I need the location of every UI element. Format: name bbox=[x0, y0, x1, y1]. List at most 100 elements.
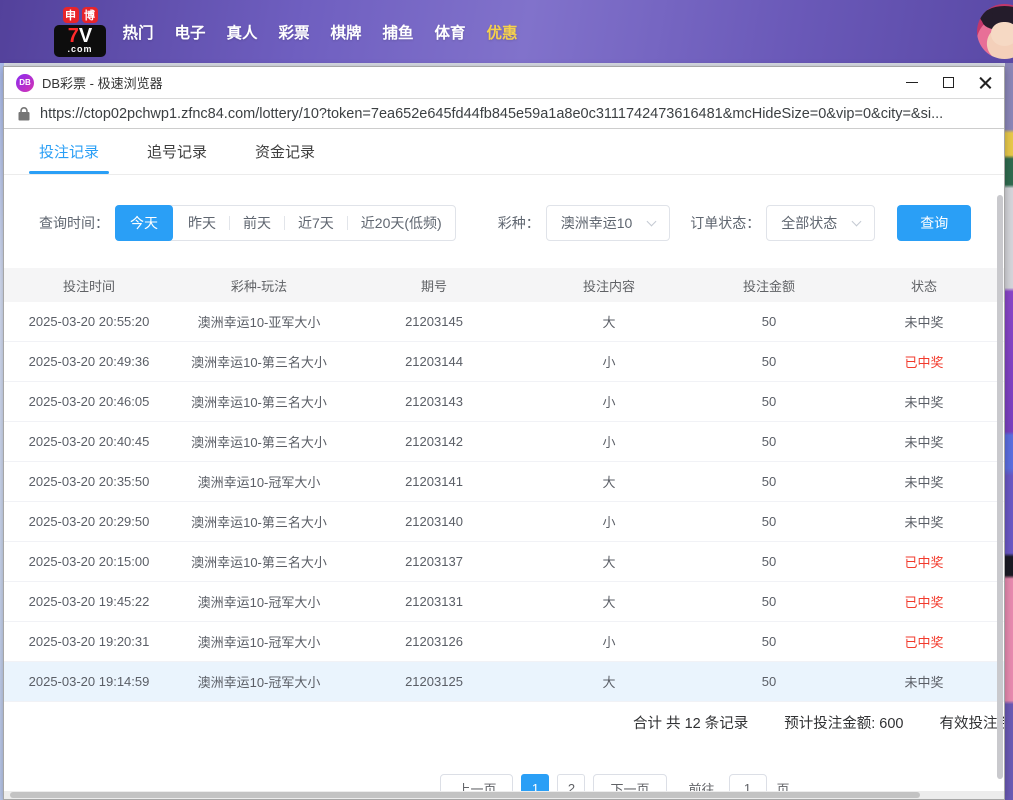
time-option-前天[interactable]: 前天 bbox=[230, 206, 284, 240]
cell-bet-content: 大 bbox=[524, 552, 694, 571]
browser-window: DB DB彩票 - 极速浏览器 https://ctop02pchwp1.zfn… bbox=[3, 66, 1005, 800]
lottery-select-value: 澳洲幸运10 bbox=[561, 213, 633, 233]
cell-bet-content: 大 bbox=[524, 312, 694, 331]
column-header-投注金额: 投注金额 bbox=[694, 276, 844, 295]
nav-item-彩票[interactable]: 彩票 bbox=[268, 21, 320, 43]
window-title: DB彩票 - 极速浏览器 bbox=[42, 73, 163, 92]
window-controls bbox=[893, 67, 1004, 98]
cell-issue-number: 21203143 bbox=[344, 394, 524, 409]
filter-bar: 查询时间： 今天昨天前天近7天近20天(低频) 彩种： 澳洲幸运10 订单状态：… bbox=[39, 205, 1004, 241]
cell-game-play: 澳洲幸运10-第三名大小 bbox=[174, 352, 344, 371]
vertical-scrollbar[interactable] bbox=[997, 194, 1003, 790]
cell-game-play: 澳洲幸运10-冠军大小 bbox=[174, 632, 344, 651]
cell-issue-number: 21203142 bbox=[344, 434, 524, 449]
column-header-投注内容: 投注内容 bbox=[524, 276, 694, 295]
cell-bet-amount: 50 bbox=[694, 394, 844, 409]
cell-bet-amount: 50 bbox=[694, 634, 844, 649]
cell-bet-time: 2025-03-20 20:55:20 bbox=[4, 314, 174, 329]
cell-bet-time: 2025-03-20 20:46:05 bbox=[4, 394, 174, 409]
table-row[interactable]: 2025-03-20 20:40:45澳洲幸运10-第三名大小21203142小… bbox=[4, 422, 1004, 462]
table-row[interactable]: 2025-03-20 20:55:20澳洲幸运10-亚军大小21203145大5… bbox=[4, 302, 1004, 342]
minimize-button[interactable] bbox=[893, 67, 930, 98]
close-icon bbox=[979, 76, 992, 89]
cell-issue-number: 21203125 bbox=[344, 674, 524, 689]
page-content: 投注记录 追号记录 资金记录 查询时间： 今天昨天前天近7天近20天(低频) 彩种：… bbox=[4, 129, 1004, 799]
cell-bet-content: 小 bbox=[524, 632, 694, 651]
table-row[interactable]: 2025-03-20 20:35:50澳洲幸运10-冠军大小21203141大5… bbox=[4, 462, 1004, 502]
logo-badge-right: 博 bbox=[82, 7, 98, 23]
nav-item-棋牌[interactable]: 棋牌 bbox=[320, 21, 372, 43]
lottery-select[interactable]: 澳洲幸运10 bbox=[546, 205, 671, 241]
logo-com-suffix: .com bbox=[54, 45, 106, 54]
logo-badges: 申 博 bbox=[63, 7, 98, 23]
nav-item-电子[interactable]: 电子 bbox=[164, 21, 216, 43]
time-option-近7天[interactable]: 近7天 bbox=[285, 206, 347, 240]
table-row[interactable]: 2025-03-20 20:15:00澳洲幸运10-第三名大小21203137大… bbox=[4, 542, 1004, 582]
maximize-button[interactable] bbox=[930, 67, 967, 98]
time-option-今天[interactable]: 今天 bbox=[115, 205, 173, 241]
cell-issue-number: 21203131 bbox=[344, 594, 524, 609]
cell-bet-amount: 50 bbox=[694, 554, 844, 569]
url-text[interactable]: https://ctop02pchwp1.zfnc84.com/lottery/… bbox=[40, 106, 990, 122]
time-range-group: 今天昨天前天近7天近20天(低频) bbox=[115, 205, 456, 241]
column-header-期号: 期号 bbox=[344, 276, 524, 295]
site-logo[interactable]: 申 博 7V .com bbox=[54, 7, 106, 57]
cell-status: 已中奖 bbox=[844, 632, 1004, 651]
column-header-状态: 状态 bbox=[844, 276, 1004, 295]
logo-badge-left: 申 bbox=[63, 7, 79, 23]
tab-投注记录[interactable]: 投注记录 bbox=[39, 129, 99, 174]
cell-status: 未中奖 bbox=[844, 512, 1004, 531]
lottery-filter-label: 彩种： bbox=[498, 213, 540, 233]
time-option-近20天(低频)[interactable]: 近20天(低频) bbox=[348, 206, 455, 240]
table-row[interactable]: 2025-03-20 20:46:05澳洲幸运10-第三名大小21203143小… bbox=[4, 382, 1004, 422]
table-row[interactable]: 2025-03-20 19:45:22澳洲幸运10-冠军大小21203131大5… bbox=[4, 582, 1004, 622]
cell-status: 未中奖 bbox=[844, 472, 1004, 491]
maximize-icon bbox=[943, 77, 954, 88]
main-nav: 热门电子真人彩票棋牌捕鱼体育优惠 bbox=[112, 21, 528, 43]
cell-bet-amount: 50 bbox=[694, 514, 844, 529]
cell-bet-time: 2025-03-20 20:49:36 bbox=[4, 354, 174, 369]
summary-record-count: 合计 共 12 条记录 bbox=[633, 712, 748, 733]
vertical-scrollbar-thumb[interactable] bbox=[997, 195, 1003, 779]
table-row[interactable]: 2025-03-20 20:29:50澳洲幸运10-第三名大小21203140小… bbox=[4, 502, 1004, 542]
cell-bet-content: 小 bbox=[524, 432, 694, 451]
cell-game-play: 澳洲幸运10-第三名大小 bbox=[174, 432, 344, 451]
cell-game-play: 澳洲幸运10-第三名大小 bbox=[174, 392, 344, 411]
horizontal-scrollbar[interactable] bbox=[4, 791, 1004, 799]
window-titlebar[interactable]: DB DB彩票 - 极速浏览器 bbox=[4, 67, 1004, 98]
nav-item-热门[interactable]: 热门 bbox=[112, 21, 164, 43]
close-button[interactable] bbox=[967, 67, 1004, 98]
search-button[interactable]: 查询 bbox=[897, 205, 971, 241]
cell-status: 未中奖 bbox=[844, 432, 1004, 451]
cell-game-play: 澳洲幸运10-冠军大小 bbox=[174, 672, 344, 691]
time-filter-label: 查询时间： bbox=[39, 213, 109, 233]
user-avatar[interactable] bbox=[977, 4, 1013, 59]
tab-资金记录[interactable]: 资金记录 bbox=[255, 129, 315, 174]
nav-item-捕鱼[interactable]: 捕鱼 bbox=[372, 21, 424, 43]
order-status-label: 订单状态： bbox=[690, 213, 760, 233]
nav-item-优惠[interactable]: 优惠 bbox=[476, 21, 528, 43]
cell-issue-number: 21203140 bbox=[344, 514, 524, 529]
address-bar[interactable]: https://ctop02pchwp1.zfnc84.com/lottery/… bbox=[4, 98, 1004, 129]
cell-bet-amount: 50 bbox=[694, 354, 844, 369]
horizontal-scrollbar-thumb[interactable] bbox=[10, 792, 920, 798]
nav-item-真人[interactable]: 真人 bbox=[216, 21, 268, 43]
table-body: 2025-03-20 20:55:20澳洲幸运10-亚军大小21203145大5… bbox=[4, 302, 1004, 702]
column-header-投注时间: 投注时间 bbox=[4, 276, 174, 295]
cell-status: 未中奖 bbox=[844, 392, 1004, 411]
cell-status: 已中奖 bbox=[844, 552, 1004, 571]
cell-game-play: 澳洲幸运10-第三名大小 bbox=[174, 512, 344, 531]
avatar-hair-bun-left bbox=[980, 10, 993, 23]
cell-bet-time: 2025-03-20 20:15:00 bbox=[4, 554, 174, 569]
cell-issue-number: 21203141 bbox=[344, 474, 524, 489]
table-row[interactable]: 2025-03-20 19:20:31澳洲幸运10-冠军大小21203126小5… bbox=[4, 622, 1004, 662]
order-status-select[interactable]: 全部状态 bbox=[766, 205, 875, 241]
cell-bet-content: 小 bbox=[524, 392, 694, 411]
table-row[interactable]: 2025-03-20 19:14:59澳洲幸运10-冠军大小21203125大5… bbox=[4, 662, 1004, 702]
nav-item-体育[interactable]: 体育 bbox=[424, 21, 476, 43]
cell-issue-number: 21203137 bbox=[344, 554, 524, 569]
tab-追号记录[interactable]: 追号记录 bbox=[147, 129, 207, 174]
time-option-昨天[interactable]: 昨天 bbox=[175, 206, 229, 240]
table-row[interactable]: 2025-03-20 20:49:36澳洲幸运10-第三名大小21203144小… bbox=[4, 342, 1004, 382]
bet-records-table: 投注时间彩种-玩法期号投注内容投注金额状态 2025-03-20 20:55:2… bbox=[4, 268, 1004, 702]
